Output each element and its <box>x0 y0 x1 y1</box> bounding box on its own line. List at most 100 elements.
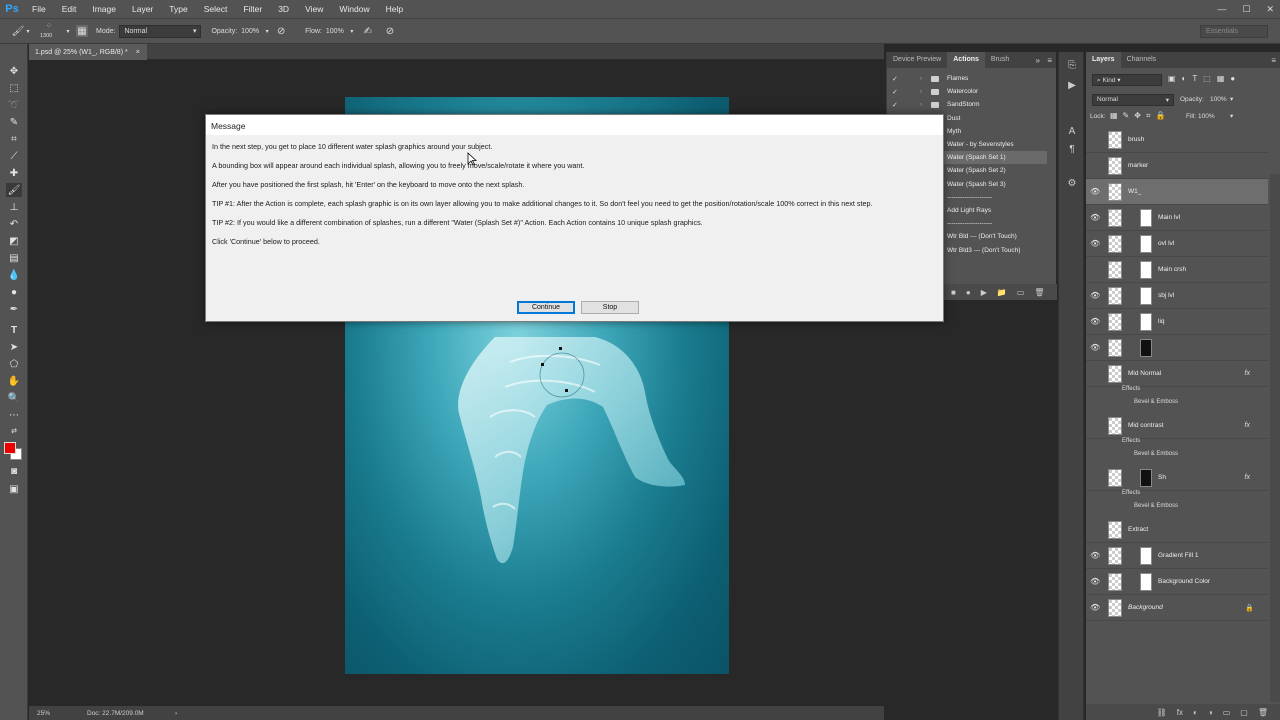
action-toggle-check-icon[interactable]: ✓ <box>892 88 898 96</box>
pressure-size-icon[interactable]: ⊘ <box>384 25 396 37</box>
layers-scrollbar[interactable] <box>1270 174 1280 702</box>
clone-stamp-tool-icon[interactable]: ⊥ <box>6 200 22 214</box>
visibility-eye-icon[interactable]: 👁 <box>1090 603 1100 612</box>
layer-effects-row[interactable]: Effects <box>1086 490 1268 503</box>
layer-fx-badge[interactable]: fx <box>1245 370 1250 377</box>
layer-name[interactable]: Main crsh <box>1158 266 1186 273</box>
layer-mask-thumbnail[interactable] <box>1140 260 1152 279</box>
layer-mask-thumbnail[interactable] <box>1140 208 1152 227</box>
layer-effect-item[interactable]: Bevel & Emboss <box>1086 503 1268 516</box>
tab-actions[interactable]: Actions <box>947 52 985 68</box>
chevron-down-icon[interactable]: ▾ <box>263 25 271 37</box>
expand-arrow-icon[interactable]: › <box>920 76 922 82</box>
panel-menu-icon[interactable]: ≡ <box>1271 56 1276 65</box>
layer-opacity-value[interactable]: 100% <box>1210 96 1227 103</box>
action-row[interactable]: ✓ › Watercolor <box>887 85 1047 98</box>
chevron-down-icon[interactable]: ▾ <box>64 25 72 37</box>
visibility-eye-icon[interactable]: 👁 <box>1090 317 1100 326</box>
workspace-select[interactable]: Essentials <box>1200 25 1268 38</box>
layer-name[interactable]: Mid Normal <box>1128 370 1161 377</box>
zoom-level[interactable]: 25% <box>37 710 87 717</box>
tab-channels[interactable]: Channels <box>1121 52 1163 68</box>
brush-panel-toggle-icon[interactable]: ▦ <box>76 25 88 37</box>
menu-filter[interactable]: Filter <box>235 0 270 18</box>
move-tool-icon[interactable]: ✥ <box>6 64 22 78</box>
healing-brush-tool-icon[interactable]: ✚ <box>6 166 22 180</box>
layer-row[interactable]: 👁 <box>1086 335 1268 361</box>
layer-name[interactable]: Background <box>1128 604 1163 611</box>
action-toggle-check-icon[interactable]: ✓ <box>892 75 898 83</box>
layer-row[interactable]: Mid contrast fx <box>1086 413 1268 439</box>
visibility-eye-icon[interactable]: 👁 <box>1090 291 1100 300</box>
menu-layer[interactable]: Layer <box>124 0 161 18</box>
brush-tool-icon[interactable]: 🖌 <box>12 25 25 37</box>
layer-name[interactable]: liq <box>1158 318 1165 325</box>
marquee-tool-icon[interactable]: ⬚ <box>6 81 22 95</box>
tab-layers[interactable]: Layers <box>1086 52 1121 68</box>
gradient-tool-icon[interactable]: ▤ <box>6 251 22 265</box>
eraser-tool-icon[interactable]: ◩ <box>6 234 22 248</box>
layer-effect-item[interactable]: Bevel & Emboss <box>1086 451 1268 464</box>
layer-effects-row[interactable]: Effects <box>1086 438 1268 451</box>
menu-type[interactable]: Type <box>161 0 195 18</box>
layer-row[interactable]: 👁 Main lvl <box>1086 205 1268 231</box>
record-icon[interactable]: ● <box>966 288 971 297</box>
flow-value[interactable]: 100% <box>326 28 344 35</box>
shape-tool-icon[interactable]: ⬠ <box>6 357 22 371</box>
action-row[interactable]: ✓ › SandStorm <box>887 98 1047 111</box>
layer-name[interactable]: W1_ <box>1128 188 1141 195</box>
layer-name[interactable]: Extract <box>1128 526 1148 533</box>
properties-panel-icon[interactable]: ⚙ <box>1065 176 1079 190</box>
chevron-down-icon[interactable]: ▾ <box>348 25 356 37</box>
layer-row[interactable]: 👁 Background 🔒 <box>1086 595 1268 621</box>
new-action-icon[interactable]: ▭ <box>1017 288 1025 297</box>
blur-tool-icon[interactable]: 💧 <box>6 268 22 282</box>
status-menu-arrow-icon[interactable]: › <box>175 710 177 717</box>
menu-3d[interactable]: 3D <box>270 0 297 18</box>
layer-row[interactable]: 👁 sbj lvl <box>1086 283 1268 309</box>
airbrush-icon[interactable]: ✍ <box>362 25 374 37</box>
action-row[interactable]: ✓ › Flames <box>887 72 1047 85</box>
layer-row[interactable]: Main crsh <box>1086 257 1268 283</box>
layer-row[interactable]: marker <box>1086 153 1268 179</box>
delete-icon[interactable]: 🗑 <box>1034 288 1044 297</box>
layer-row[interactable]: brush <box>1086 127 1268 153</box>
blend-mode-select[interactable]: Normal ▾ <box>1092 94 1174 106</box>
stop-recording-icon[interactable]: ■ <box>951 288 956 297</box>
visibility-eye-icon[interactable]: 👁 <box>1090 343 1100 352</box>
tab-brush[interactable]: Brush <box>985 52 1015 68</box>
layer-name[interactable]: brush <box>1128 136 1144 143</box>
layer-name[interactable]: Mid contrast <box>1128 422 1163 429</box>
more-tools-icon[interactable]: ⋯ <box>6 408 22 422</box>
zoom-tool-icon[interactable]: 🔍 <box>6 391 22 405</box>
layer-name[interactable]: Main lvl <box>1158 214 1180 221</box>
layer-name[interactable]: marker <box>1128 162 1148 169</box>
lock-icons[interactable]: ▦✎✥⌗🔒 <box>1110 111 1170 121</box>
layer-row[interactable]: 👁 W1_ <box>1086 179 1268 205</box>
layer-name[interactable]: Background Color <box>1158 578 1210 585</box>
tab-device-preview[interactable]: Device Preview <box>887 52 947 68</box>
brush-tool-icon[interactable]: 🖌 <box>6 183 22 197</box>
crop-tool-icon[interactable]: ⌗ <box>6 132 22 146</box>
visibility-eye-icon[interactable]: 👁 <box>1090 551 1100 560</box>
collapse-panel-icon[interactable]: » <box>1036 56 1040 65</box>
chevron-down-icon[interactable]: ▾ <box>24 25 32 37</box>
layer-row[interactable]: 👁 liq <box>1086 309 1268 335</box>
layer-name[interactable]: Gradient Fill 1 <box>1158 552 1198 559</box>
lasso-tool-icon[interactable]: ➰ <box>6 98 22 112</box>
fill-value[interactable]: 100% <box>1198 113 1215 120</box>
quick-mask-icon[interactable]: ◙ <box>6 464 22 478</box>
menu-window[interactable]: Window <box>331 0 377 18</box>
screen-mode-icon[interactable]: ▣ <box>6 482 22 496</box>
mode-select[interactable]: Normal ▾ <box>119 24 202 38</box>
eyedropper-tool-icon[interactable]: ⟋ <box>6 149 22 163</box>
continue-button[interactable]: Continue <box>517 301 575 314</box>
layer-row[interactable]: Extract <box>1086 517 1268 543</box>
pen-tool-icon[interactable]: ✒ <box>6 302 22 316</box>
layer-mask-thumbnail[interactable] <box>1140 572 1152 591</box>
layer-fx-badge[interactable]: fx <box>1245 474 1250 481</box>
expand-arrow-icon[interactable]: › <box>920 89 922 95</box>
visibility-eye-icon[interactable]: 👁 <box>1090 239 1100 248</box>
layer-name[interactable]: ovl lvl <box>1158 240 1174 247</box>
quick-select-tool-icon[interactable]: ✎ <box>6 115 22 129</box>
